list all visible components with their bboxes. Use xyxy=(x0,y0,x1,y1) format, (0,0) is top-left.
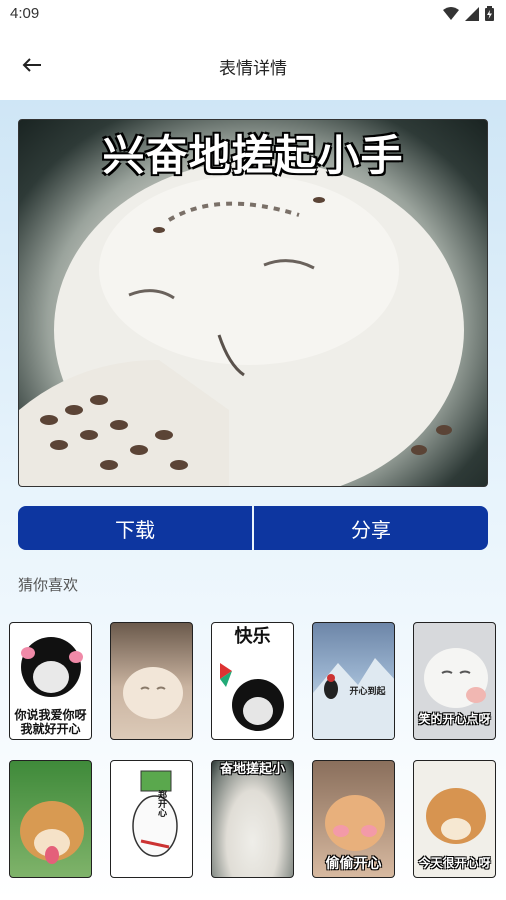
recommend-item[interactable] xyxy=(9,760,92,878)
thumb-caption: 奋地搓起小 xyxy=(219,762,285,777)
happy-meme-face xyxy=(220,663,284,731)
signal-icon xyxy=(465,6,479,21)
thumb-caption: 笑的开心点呀 xyxy=(418,712,491,726)
wifi-icon xyxy=(443,6,459,20)
hero-caption: 兴奋地搓起小手 xyxy=(102,131,404,180)
page-title: 表情详情 xyxy=(219,59,287,79)
recommend-item[interactable]: 开心到起 xyxy=(312,622,395,740)
thumb-caption: 你说我爱你呀 我就好开心 xyxy=(14,708,87,737)
recommend-item[interactable]: 今天很开心呀 xyxy=(413,760,496,878)
download-button[interactable]: 下载 xyxy=(18,506,252,550)
recommend-item[interactable] xyxy=(110,622,193,740)
thumb-caption: 今天很开心呀 xyxy=(418,856,491,870)
recommend-item[interactable]: 你说我爱你呀 我就好开心 xyxy=(9,622,92,740)
thumb-caption: 开心到起 xyxy=(349,687,386,697)
cat-photo xyxy=(123,667,183,719)
thumb-caption: 偷偷开心 xyxy=(325,856,382,872)
status-time: 4:09 xyxy=(10,5,40,22)
dog-photo xyxy=(20,801,84,864)
main-content: 兴奋地搓起小手 下载 分享 猜你喜欢 你说我爱你呀 我就好开心 快乐 开心到起 … xyxy=(0,100,506,900)
recommend-item[interactable]: 偷偷开心 xyxy=(312,760,395,878)
app-header: 表情详情 xyxy=(0,30,506,100)
share-button[interactable]: 分享 xyxy=(254,506,488,550)
recommend-grid: 你说我爱你呀 我就好开心 快乐 开心到起 笑的开心点呀 郑开心 奋地搓起小 偷偷… xyxy=(9,622,499,878)
status-icons xyxy=(443,6,494,21)
hero-meme-image: 兴奋地搓起小手 xyxy=(18,119,488,487)
recommend-item[interactable]: 奋地搓起小 xyxy=(211,760,294,878)
recommend-section-title: 猜你喜欢 xyxy=(18,576,79,594)
penguin-illustration xyxy=(313,658,394,739)
action-buttons: 下载 分享 xyxy=(18,506,488,550)
recommend-item[interactable]: 笑的开心点呀 xyxy=(413,622,496,740)
recommend-item[interactable]: 快乐 xyxy=(211,622,294,740)
status-bar: 4:09 xyxy=(0,0,506,30)
recommend-item[interactable]: 郑开心 xyxy=(110,760,193,878)
thumb-caption: 郑开心 xyxy=(156,789,166,817)
battery-icon xyxy=(485,6,494,21)
